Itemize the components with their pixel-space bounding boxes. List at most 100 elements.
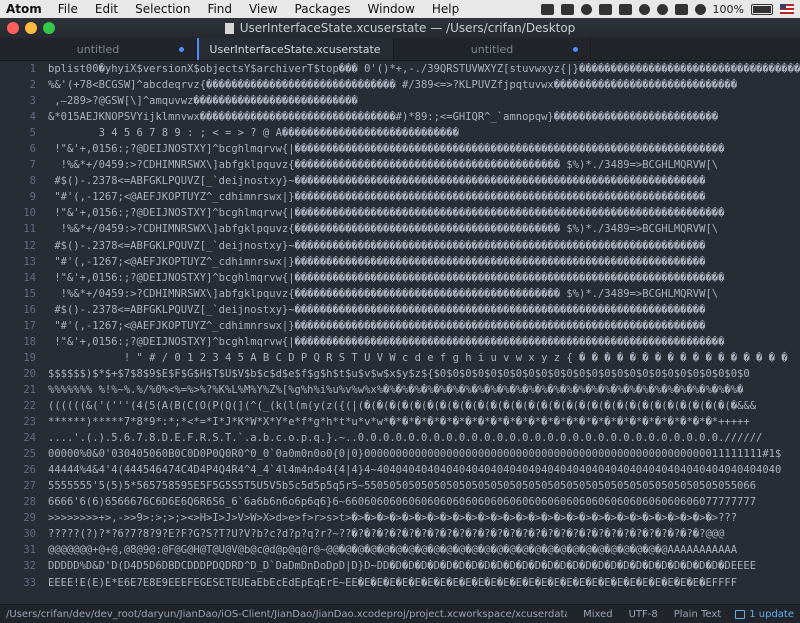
editor-line[interactable]: 12 #$()-.2378<=ABFGKLPQUVZ[_`deijnostxy}… — [0, 238, 800, 254]
line-text[interactable]: EEEE!E(E)E*E6E7E8E9EEEFEGESETEUEaEbEcEdE… — [48, 575, 800, 591]
editor-line[interactable]: 18 !"&'+,0156:;?@DEIJNOSTXY]^bcghlmqrvw{… — [0, 334, 800, 350]
line-text[interactable]: ******)*****7*8*9*:*;*<*=*I*J*K*W*X*Y*e*… — [48, 414, 800, 430]
menu-app-name[interactable]: Atom — [6, 2, 42, 16]
editor-line[interactable]: 23 ******)*****7*8*9*:*;*<*=*I*J*K*W*X*Y*… — [0, 414, 800, 430]
editor-line[interactable]: 13 "#'(,-1267;<@AEFJKOPTUYZ^_cdhimnrswx|… — [0, 254, 800, 270]
menu-help[interactable]: Help — [432, 2, 459, 16]
line-text[interactable]: !%&*+/0459:>?CDHIMNRSWX\]abfgklpquvz{���… — [48, 157, 800, 173]
line-text[interactable]: "#'(,-1267;<@AEFJKOPTUYZ^_cdhimnrswx|}��… — [48, 189, 800, 205]
editor-line[interactable]: 32 DDDDD%D&D'D(D4D5D6DBDCDDDPDQDRD^D_D`Da… — [0, 558, 800, 574]
line-text[interactable]: 6666'6(6)6566676C6D6E6Q6R6S6_6`6a6b6n6o6… — [48, 494, 800, 510]
grammar-selector[interactable]: Plain Text — [674, 609, 721, 620]
line-text[interactable]: ((((((&('('''(4(5(A(B(C(O(P(Q(](^(_(k(l(… — [48, 398, 800, 414]
cloud-icon[interactable] — [618, 3, 632, 15]
line-text[interactable]: 00000%0&0'030405060B0C0D0P0Q0R0^0_0`0a0m… — [48, 446, 800, 462]
modified-dot-icon[interactable] — [179, 47, 184, 52]
zoom-window-button[interactable] — [43, 22, 55, 34]
line-text[interactable]: 44444%4&4'4(444546474C4D4P4Q4R4^4_4`4l4m… — [48, 462, 800, 478]
editor-line[interactable]: 30 ?????(?)?*?6?7?8?9?E?F?G?S?T?U?V?b?c?d… — [0, 526, 800, 542]
line-text[interactable]: %&'(+78<BCGSW]^abcdeqrvz{���������������… — [48, 77, 800, 93]
editor-line[interactable]: 33 EEEE!E(E)E*E6E7E8E9EEEFEGESETEUEaEbEcE… — [0, 575, 800, 591]
line-text[interactable]: !"&'+,0156:;?@DEIJNOSTXY]^bcghlmqrvw{|��… — [48, 205, 800, 221]
line-text[interactable]: DDDDD%D&D'D(D4D5D6DBDCDDDPDQDRD^D_D`DaDm… — [48, 558, 800, 574]
editor-line[interactable]: 28 6666'6(6)6566676C6D6E6Q6R6S6_6`6a6b6n6… — [0, 494, 800, 510]
line-text[interactable]: 5555555'5(5)5*565758595E5F5G5S5T5U5V5b5c… — [48, 478, 800, 494]
line-text[interactable]: bplist00�yhyiX$versionX$objectsY$archive… — [48, 61, 800, 77]
editor-line[interactable]: 24 ....'.(.).5.6.7.8.D.E.F.R.S.T.`.a.b.c.… — [0, 430, 800, 446]
editor-line[interactable]: 1 bplist00�yhyiX$versionX$objectsY$archiv… — [0, 61, 800, 77]
close-window-button[interactable] — [7, 22, 19, 34]
menu-window[interactable]: Window — [368, 2, 415, 16]
menu-edit[interactable]: Edit — [95, 2, 118, 16]
line-text[interactable]: @@@@@@@+@+@,@8@9@:@F@G@H@T@U@V@b@c@d@p@q… — [48, 542, 800, 558]
line-text[interactable]: !"&'+,0156:;?@DEIJNOSTXY]^bcghlmqrvw{|��… — [48, 141, 800, 157]
line-text[interactable]: %%%%%%% %!%~%.%/%0%<%=%>%?%K%L%M%Y%Z%[%g… — [48, 382, 800, 398]
line-text[interactable]: 3 4 5 6 7 8 9 : ; < = > ? @ A�����������… — [48, 125, 800, 141]
line-text[interactable]: "#'(,-1267;<@AEFJKOPTUYZ^_cdhimnrswx|}��… — [48, 254, 800, 270]
line-text[interactable]: ,–289>?@GSW[\]^amquvwz������������������… — [48, 93, 800, 109]
editor-line[interactable]: 14 !"&'+,0156:;?@DEIJNOSTXY]^bcghlmqrvw{… — [0, 270, 800, 286]
text-editor[interactable]: 1 bplist00�yhyiX$versionX$objectsY$archiv… — [0, 61, 800, 604]
editor-line[interactable]: 27 5555555'5(5)5*565758595E5F5G5S5T5U5V5b… — [0, 478, 800, 494]
editor-line[interactable]: 4 &*015AEJKNOPSVYijklmnvwx���������������… — [0, 109, 800, 125]
camera-icon[interactable] — [560, 3, 574, 15]
us-flag-icon[interactable] — [780, 4, 794, 14]
editor-line[interactable]: 5 3 4 5 6 7 8 9 : ; < = > ? @ A���������… — [0, 125, 800, 141]
editor-line[interactable]: 8 #$()-.2378<=ABFGKLPQUVZ[_`deijnostxy}~… — [0, 173, 800, 189]
menu-file[interactable]: File — [58, 2, 78, 16]
editor-line[interactable]: 10 !"&'+,0156:;?@DEIJNOSTXY]^bcghlmqrvw{… — [0, 205, 800, 221]
editor-line[interactable]: 9 "#'(,-1267;<@AEFJKOPTUYZ^_cdhimnrswx|}… — [0, 189, 800, 205]
editor-line[interactable]: 6 !"&'+,0156:;?@DEIJNOSTXY]^bcghlmqrvw{|… — [0, 141, 800, 157]
send-icon[interactable] — [598, 3, 612, 15]
line-text[interactable]: "#'(,-1267;<@AEFJKOPTUYZ^_cdhimnrswx|}��… — [48, 318, 800, 334]
file-path[interactable]: /Users/crifan/dev/dev_root/daryun/JianDa… — [6, 609, 567, 620]
minimize-window-button[interactable] — [25, 22, 37, 34]
menu-packages[interactable]: Packages — [295, 2, 351, 16]
line-text[interactable]: &*015AEJKNOPSVYijklmnvwx����������������… — [48, 109, 800, 125]
encoding-selector[interactable]: UTF-8 — [629, 609, 658, 620]
line-text[interactable]: #$()-.2378<=ABFGKLPQUVZ[_`deijnostxy}~��… — [48, 173, 800, 189]
line-text[interactable]: !%&*+/0459:>?CDHIMNRSWX\]abfgklpquvz{���… — [48, 221, 800, 237]
tray-circle-icon[interactable] — [580, 3, 592, 15]
clock-icon[interactable] — [656, 3, 668, 15]
editor-line[interactable]: 21 %%%%%%% %!%~%.%/%0%<%=%>%?%K%L%M%Y%Z%[… — [0, 382, 800, 398]
menu-find[interactable]: Find — [207, 2, 232, 16]
editor-line[interactable]: 11 !%&*+/0459:>?CDHIMNRSWX\]abfgklpquvz{… — [0, 221, 800, 237]
line-text[interactable]: #$()-.2378<=ABFGKLPQUVZ[_`deijnostxy}~��… — [48, 238, 800, 254]
line-text[interactable]: ....'.(.).5.6.7.8.D.E.F.R.S.T.`.a.b.c.o.… — [48, 430, 800, 446]
bluetooth-icon[interactable] — [674, 3, 688, 15]
wifi-icon[interactable] — [694, 3, 706, 15]
line-text[interactable]: !"&'+,0156:;?@DEIJNOSTXY]^bcghlmqrvw{|��… — [48, 334, 800, 350]
editor-line[interactable]: 29 >>>>>>>>+>,->>9>:>;>;><>H>I>J>V>W>X>d>… — [0, 510, 800, 526]
menu-view[interactable]: View — [249, 2, 277, 16]
editor-line[interactable]: 3 ,–289>?@GSW[\]^amquvwz����������������… — [0, 93, 800, 109]
line-text[interactable]: ! " # / 0 1 2 3 4 5 A B C D P Q R S T U … — [48, 350, 800, 366]
line-text[interactable]: !%&*+/0459:>?CDHIMNRSWX\]abfgklpquvz{���… — [48, 286, 800, 302]
tab-untitled-1[interactable]: untitled — [0, 38, 197, 60]
line-text[interactable]: #$()-.2378<=ABFGKLPQUVZ[_`deijnostxy}~��… — [48, 302, 800, 318]
editor-line[interactable]: 19 ! " # / 0 1 2 3 4 5 A B C D P Q R S T… — [0, 350, 800, 366]
editor-line[interactable]: 25 00000%0&0'030405060B0C0D0P0Q0R0^0_0`0a… — [0, 446, 800, 462]
line-text[interactable]: >>>>>>>>+>,->>9>:>;>;><>H>I>J>V>W>X>d>e>… — [48, 510, 800, 526]
editor-line[interactable]: 16 #$()-.2378<=ABFGKLPQUVZ[_`deijnostxy}… — [0, 302, 800, 318]
editor-line[interactable]: 22 ((((((&('('''(4(5(A(B(C(O(P(Q(](^(_(k(… — [0, 398, 800, 414]
editor-line[interactable]: 26 44444%4&4'4(444546474C4D4P4Q4R4^4_4`4l… — [0, 462, 800, 478]
tray-app-icon[interactable] — [540, 3, 554, 15]
tab-userinterfacestate[interactable]: UserInterfaceState.xcuserstate — [197, 38, 394, 60]
modified-dot-icon[interactable] — [573, 47, 578, 52]
tab-untitled-2[interactable]: untitled — [394, 38, 591, 60]
editor-line[interactable]: 31 @@@@@@@+@+@,@8@9@:@F@G@H@T@U@V@b@c@d@p… — [0, 542, 800, 558]
battery-icon[interactable] — [751, 3, 773, 15]
menu-selection[interactable]: Selection — [135, 2, 190, 16]
line-text[interactable]: $$$$$$)$*$+$7$8$9$E$F$G$H$T$U$V$b$c$d$e$… — [48, 366, 800, 382]
line-text[interactable]: ?????(?)?*?6?7?8?9?E?F?G?S?T?U?V?b?c?d?p… — [48, 526, 800, 542]
line-ending-selector[interactable]: Mixed — [583, 609, 613, 620]
battery-percent[interactable]: 100% — [713, 3, 744, 16]
update-indicator[interactable]: 1 update — [735, 609, 794, 620]
line-text[interactable]: !"&'+,0156:;?@DEIJNOSTXY]^bcghlmqrvw{|��… — [48, 270, 800, 286]
editor-line[interactable]: 20 $$$$$$)$*$+$7$8$9$E$F$G$H$T$U$V$b$c$d$… — [0, 366, 800, 382]
editor-line[interactable]: 2 %&'(+78<BCGSW]^abcdeqrvz{��������������… — [0, 77, 800, 93]
no-entry-icon[interactable] — [638, 3, 650, 15]
editor-line[interactable]: 17 "#'(,-1267;<@AEFJKOPTUYZ^_cdhimnrswx|… — [0, 318, 800, 334]
editor-line[interactable]: 7 !%&*+/0459:>?CDHIMNRSWX\]abfgklpquvz{�… — [0, 157, 800, 173]
